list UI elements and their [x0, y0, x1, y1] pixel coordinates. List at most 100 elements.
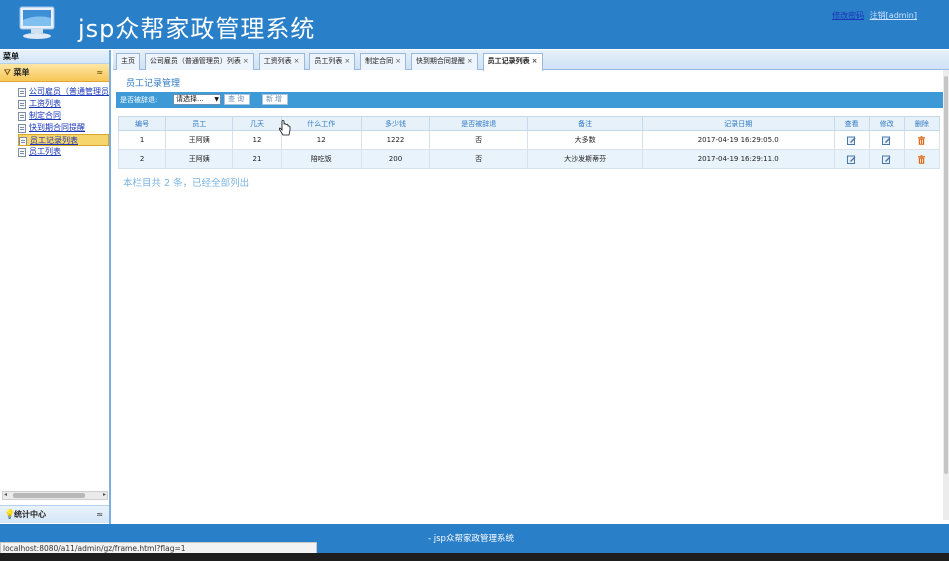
- collapse-chevron-icon[interactable]: ≈: [96, 64, 103, 82]
- tab-salary-list[interactable]: 工资列表 ×: [258, 53, 305, 70]
- sidebar-menu-header[interactable]: ⛛ 菜单 ≈: [0, 64, 109, 82]
- tab-make-contract[interactable]: 制定合同 ×: [360, 53, 406, 70]
- sidebar-item-employee-records[interactable]: 员工记录列表: [18, 134, 109, 146]
- menu-funnel-icon: ⛛: [4, 68, 11, 77]
- scrollbar-thumb[interactable]: [13, 493, 85, 498]
- change-password-link[interactable]: 修改密码: [832, 11, 864, 20]
- sidebar-item-label[interactable]: 员工记录列表: [30, 136, 78, 145]
- logout-link[interactable]: 注销[admin]: [870, 11, 917, 20]
- tab-employee-list[interactable]: 员工列表 ×: [309, 53, 356, 70]
- cell-money: 200: [360, 149, 431, 169]
- close-icon[interactable]: ×: [395, 57, 401, 65]
- section-title: 员工记录管理: [126, 79, 181, 89]
- main-vertical-scrollbar[interactable]: [943, 70, 949, 520]
- column-header-date: 记录日期: [641, 116, 835, 131]
- cell-work: 陪吃饭: [280, 149, 362, 169]
- document-icon: [18, 148, 26, 157]
- select-value: 请选择...: [176, 95, 204, 103]
- cell-days: 21: [232, 149, 282, 169]
- view-edit-icon[interactable]: [847, 155, 856, 164]
- app-title: jsp众帮家政管理系统: [78, 15, 316, 43]
- sidebar-item-label[interactable]: 工资列表: [29, 99, 61, 108]
- column-header-id: 编号: [117, 116, 167, 131]
- sidebar-item-contract-reminder[interactable]: 快到期合同提醒: [18, 122, 109, 134]
- close-icon[interactable]: ×: [532, 57, 538, 65]
- view-edit-icon[interactable]: [847, 136, 856, 145]
- stats-center-label: 统计中心: [14, 510, 46, 519]
- lightbulb-icon: 💡: [4, 510, 16, 520]
- cell-delete: [903, 149, 941, 169]
- tab-label: 制定合同: [365, 57, 394, 65]
- dismissed-filter-label: 是否被辞退:: [120, 96, 158, 104]
- tab-label: 员工记录列表: [487, 57, 530, 65]
- column-header-money: 多少钱: [360, 116, 431, 131]
- column-header-dismissed: 是否被辞退: [429, 116, 529, 131]
- sidebar-item-label[interactable]: 公司雇员（普通管理员: [29, 87, 109, 96]
- tab-company-employees[interactable]: 公司雇员（普通管理员）列表 ×: [144, 53, 254, 70]
- search-bar: 是否被辞退: 请选择... ▼ 查询 新增: [116, 92, 943, 108]
- table-header-row: 编号 员工 几天 什么工作 多少钱 是否被辞退 备注 记录日期 查看 修改 删除: [117, 116, 941, 131]
- sidebar-item-salary-list[interactable]: 工资列表: [18, 98, 109, 110]
- tab-label: 员工列表: [314, 57, 343, 65]
- close-icon[interactable]: ×: [344, 57, 350, 65]
- query-button[interactable]: 查询: [224, 94, 250, 105]
- sidebar-item-make-contract[interactable]: 制定合同: [18, 110, 109, 122]
- table-row: 2 王阿姨 21 陪吃饭 200 否 大沙发斯蒂芬 2017-04-19 16:…: [117, 149, 941, 169]
- dismissed-filter-select[interactable]: 请选择... ▼: [173, 94, 221, 105]
- close-icon[interactable]: ×: [467, 57, 473, 65]
- cell-view: [833, 130, 870, 150]
- tab-label: 主页: [121, 57, 135, 65]
- edit-icon[interactable]: [882, 155, 891, 164]
- cell-id: 2: [117, 149, 167, 169]
- sidebar-horizontal-scrollbar[interactable]: ◂ ▸: [2, 491, 108, 500]
- cell-edit: [868, 149, 905, 169]
- main-content: 主页 公司雇员（普通管理员）列表 × 工资列表 × 员工列表 × 制定合同 × 快到期合…: [113, 50, 949, 524]
- column-header-note: 备注: [527, 116, 643, 131]
- tab-contract-reminder[interactable]: 快到期合同提醒 ×: [410, 53, 478, 70]
- expand-chevron-icon[interactable]: ≈: [96, 506, 103, 524]
- cell-date: 2017-04-19 16:29:11.0: [641, 149, 835, 169]
- column-header-view: 查看: [833, 116, 870, 131]
- taskbar-strip: [0, 553, 949, 561]
- document-icon: [19, 137, 27, 145]
- cell-note: 大沙发斯蒂芬: [527, 149, 643, 169]
- cell-date: 2017-04-19 16:29:05.0: [641, 130, 835, 150]
- cell-employee: 王阿姨: [165, 149, 234, 169]
- close-icon[interactable]: ×: [294, 57, 300, 65]
- cell-view: [833, 149, 870, 169]
- cell-money: 1222: [360, 130, 431, 150]
- column-header-employee: 员工: [165, 116, 234, 131]
- scroll-right-arrow-icon[interactable]: ▸: [103, 491, 106, 498]
- cell-delete: [903, 130, 941, 150]
- column-header-days: 几天: [232, 116, 282, 131]
- sidebar-stats-center[interactable]: 💡 统计中心 ≈: [0, 505, 109, 523]
- scrollbar-thumb[interactable]: [944, 76, 948, 474]
- sidebar-item-label[interactable]: 员工列表: [29, 147, 61, 156]
- cell-days: 12: [232, 130, 282, 150]
- trash-icon[interactable]: [917, 154, 926, 164]
- app-header: jsp众帮家政管理系统 修改密码 注销[admin]: [0, 0, 949, 49]
- cell-employee: 王阿姨: [165, 130, 234, 150]
- sidebar-item-label[interactable]: 制定合同: [29, 111, 61, 120]
- record-count-summary: 本栏目共 2 条，已经全部列出: [123, 178, 250, 189]
- scroll-left-arrow-icon[interactable]: ◂: [4, 491, 7, 498]
- close-icon[interactable]: ×: [243, 57, 249, 65]
- header-links: 修改密码 注销[admin]: [829, 10, 917, 21]
- sidebar-item-employee-list[interactable]: 员工列表: [18, 146, 109, 158]
- sidebar-item-list: 公司雇员（普通管理员 工资列表 制定合同 快到期合同提醒 员工记录列表 员工列表: [0, 82, 109, 158]
- column-header-delete: 删除: [903, 116, 941, 131]
- tab-home[interactable]: 主页: [116, 53, 140, 70]
- cell-edit: [868, 130, 905, 150]
- tab-employee-records[interactable]: 员工记录列表 ×: [482, 53, 543, 71]
- sidebar-item-label[interactable]: 快到期合同提醒: [29, 123, 85, 132]
- add-button[interactable]: 新增: [262, 94, 288, 105]
- sidebar: 菜单 ⛛ 菜单 ≈ 公司雇员（普通管理员 工资列表 制定合同 快到期合同提醒 员…: [0, 50, 111, 524]
- document-icon: [18, 124, 26, 133]
- footer-text: - jsp众帮家政管理系统: [428, 534, 514, 544]
- trash-icon[interactable]: [917, 135, 926, 145]
- sidebar-item-company-employees[interactable]: 公司雇员（普通管理员: [18, 86, 109, 98]
- column-header-edit: 修改: [868, 116, 905, 131]
- dropdown-arrow-icon: ▼: [214, 96, 219, 103]
- edit-icon[interactable]: [882, 136, 891, 145]
- table-row: 1 王阿姨 12 12 1222 否 大多数 2017-04-19 16:29:…: [117, 130, 941, 150]
